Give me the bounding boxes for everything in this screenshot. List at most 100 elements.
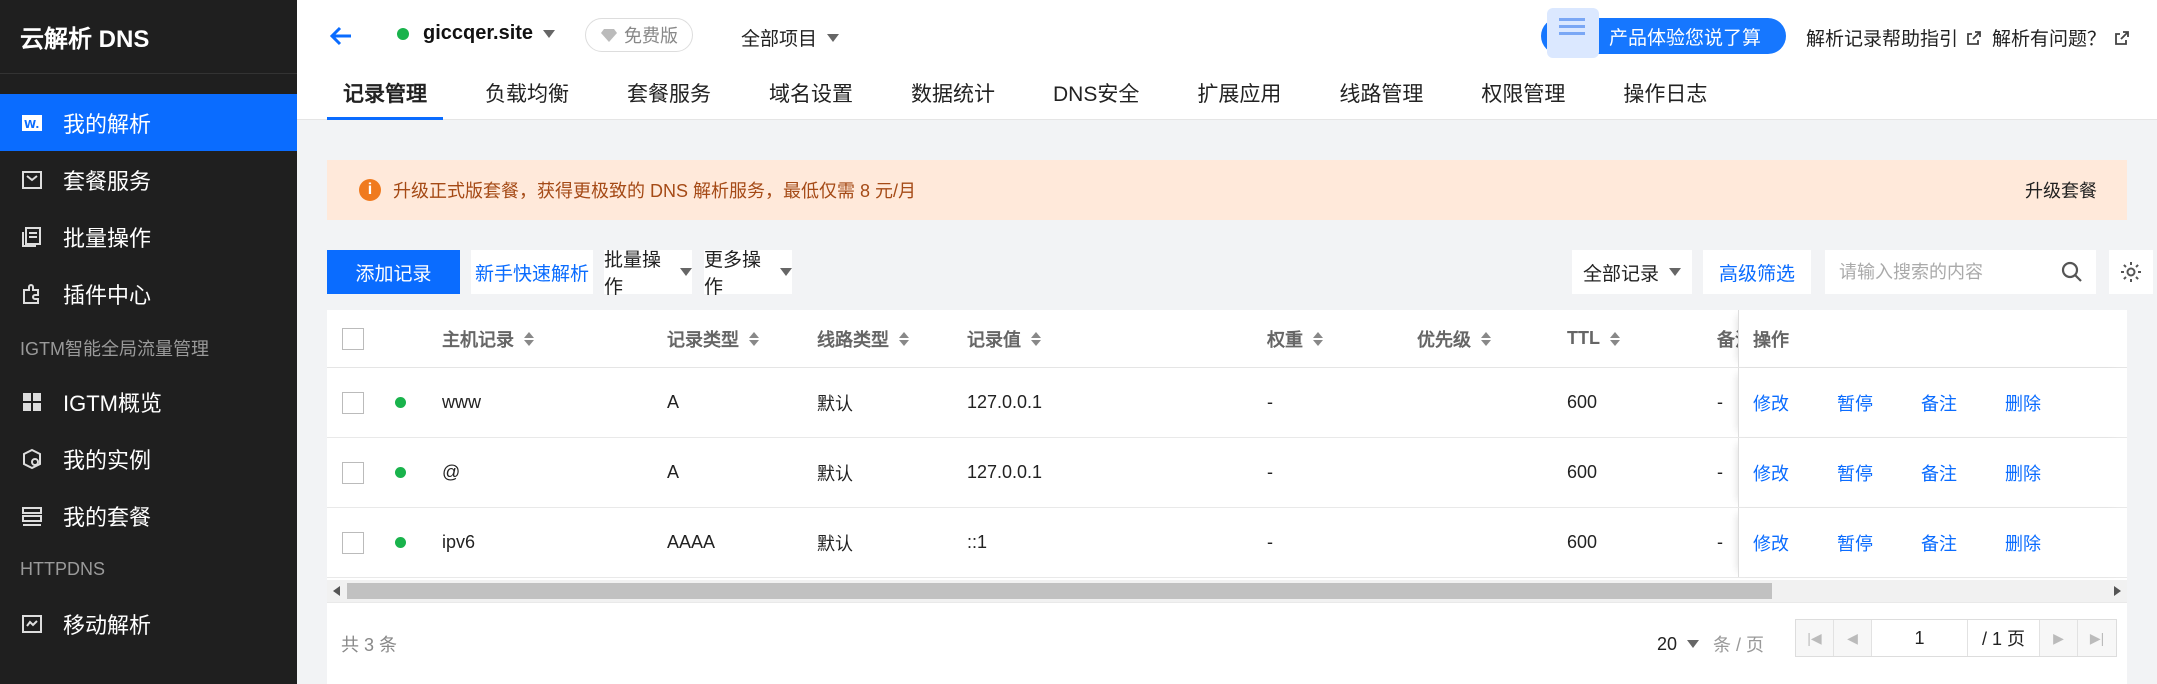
scroll-left-icon[interactable] — [333, 586, 340, 596]
sidebar-group-httpdns: HTTPDNS — [20, 559, 105, 579]
first-page-icon[interactable]: |◀ — [1796, 620, 1834, 656]
sidebar-item-batch[interactable]: 批量操作 — [0, 208, 297, 265]
chevron-down-icon — [780, 268, 792, 276]
table-row: www A 默认 127.0.0.1 - 600 - 修改 暂停 备注 删除 — [327, 368, 2127, 438]
sort-icon — [749, 331, 759, 346]
cell-type: A — [667, 462, 680, 482]
batch-ops-dropdown[interactable]: 批量操作 — [604, 250, 692, 298]
scroll-right-icon[interactable] — [2114, 586, 2121, 596]
cell-weight: - — [1267, 462, 1273, 482]
sidebar-item-igtm-overview[interactable]: IGTM概览 — [0, 373, 297, 430]
main-content: giccqer.site 免费版 全部项目 产品体验您说了算 解析记录帮助指引 … — [297, 0, 2157, 684]
sidebar-item-instances[interactable]: 我的实例 — [0, 430, 297, 487]
batch-ops-label: 批量操作 — [604, 250, 662, 298]
pause-link[interactable]: 暂停 — [1837, 368, 1873, 437]
edit-link[interactable]: 修改 — [1753, 508, 1789, 577]
cell-ttl: 600 — [1567, 462, 1598, 482]
grid-icon — [20, 390, 44, 414]
sidebar-item-plugin[interactable]: 插件中心 — [0, 265, 297, 322]
sidebar-item-my-plans[interactable]: 我的套餐 — [0, 487, 297, 544]
plan-badge: 免费版 — [585, 18, 693, 52]
horizontal-scrollbar[interactable] — [327, 580, 2127, 602]
tab-dns-security[interactable]: DNS安全 — [1037, 78, 1155, 120]
search-icon[interactable] — [2060, 260, 2084, 284]
cell-weight: - — [1267, 392, 1273, 412]
col-type[interactable]: 记录类型 — [667, 310, 759, 367]
tab-line-management[interactable]: 线路管理 — [1323, 78, 1439, 120]
advanced-filter-button[interactable]: 高级筛选 — [1703, 250, 1811, 294]
tab-statistics[interactable]: 数据统计 — [895, 78, 1011, 120]
help-guide-link[interactable]: 解析记录帮助指引 — [1806, 24, 1982, 51]
cell-type: AAAA — [667, 532, 716, 552]
col-weight[interactable]: 权重 — [1267, 310, 1323, 367]
feedback-button[interactable]: 产品体验您说了算 — [1541, 8, 1786, 58]
row-checkbox[interactable] — [342, 391, 364, 414]
tab-record-management[interactable]: 记录管理 — [327, 78, 443, 120]
sidebar-item-mobile-dns[interactable]: 移动解析 — [0, 595, 297, 652]
search-input[interactable] — [1825, 261, 2045, 283]
edit-link[interactable]: 修改 — [1753, 368, 1789, 437]
col-line[interactable]: 线路类型 — [817, 310, 909, 367]
chevron-down-icon — [827, 33, 840, 42]
page-size-selector[interactable]: 20 条 / 页 — [1657, 631, 1764, 657]
records-table: 主机记录 记录类型 线路类型 记录值 权重 优先级 TTL 备注 操作 www … — [327, 310, 2127, 684]
feedback-label: 产品体验您说了算 — [1608, 27, 1761, 49]
help-problem-link[interactable]: 解析有问题？ — [1992, 24, 2130, 51]
select-all-checkbox[interactable] — [342, 327, 364, 350]
col-host[interactable]: 主机记录 — [442, 310, 534, 367]
domain-selector[interactable]: giccqer.site — [397, 22, 556, 45]
prev-page-icon[interactable]: ◀ — [1834, 620, 1872, 656]
pause-link[interactable]: 暂停 — [1837, 438, 1873, 507]
col-value[interactable]: 记录值 — [967, 310, 1041, 367]
select-all-cell — [342, 310, 364, 367]
tab-load-balancing[interactable]: 负载均衡 — [469, 78, 585, 120]
tab-package-service[interactable]: 套餐服务 — [611, 78, 727, 120]
record-filter-dropdown[interactable]: 全部记录 — [1572, 250, 1692, 294]
total-count: 共 3 条 — [341, 635, 398, 655]
record-toolbar: 添加记录 新手快速解析 批量操作 更多操作 全部记录 高级筛选 — [327, 250, 2153, 298]
project-selector[interactable]: 全部项目 — [741, 24, 840, 51]
tab-operation-log[interactable]: 操作日志 — [1607, 78, 1723, 120]
sidebar-item-label: 我的实例 — [63, 447, 152, 473]
cell-ttl: 600 — [1567, 392, 1598, 412]
project-label: 全部项目 — [741, 29, 818, 50]
page-size-unit: 条 / 页 — [1713, 635, 1765, 655]
cell-value: 127.0.0.1 — [967, 392, 1043, 412]
cell-value: 127.0.0.1 — [967, 462, 1043, 482]
pause-link[interactable]: 暂停 — [1837, 508, 1873, 577]
note-link[interactable]: 备注 — [1921, 438, 1957, 507]
cell-value: ::1 — [967, 532, 988, 552]
cell-line: 默认 — [817, 463, 853, 484]
delete-link[interactable]: 删除 — [2005, 508, 2041, 577]
last-page-icon[interactable]: ▶| — [2078, 620, 2116, 656]
back-arrow-icon[interactable] — [325, 20, 357, 52]
tab-domain-settings[interactable]: 域名设置 — [753, 78, 869, 120]
more-ops-dropdown[interactable]: 更多操作 — [704, 250, 792, 298]
add-record-button[interactable]: 添加记录 — [327, 250, 460, 294]
sidebar-item-my-dns[interactable]: W. 我的解析 — [0, 94, 297, 151]
sort-icon — [1031, 331, 1041, 346]
delete-link[interactable]: 删除 — [2005, 438, 2041, 507]
sidebar-item-package[interactable]: 套餐服务 — [0, 151, 297, 208]
delete-link[interactable]: 删除 — [2005, 368, 2041, 437]
sort-icon — [899, 331, 909, 346]
edit-link[interactable]: 修改 — [1753, 438, 1789, 507]
cell-line: 默认 — [817, 393, 853, 414]
row-checkbox[interactable] — [342, 531, 364, 554]
next-page-icon[interactable]: ▶ — [2040, 620, 2079, 656]
chevron-down-icon — [1687, 640, 1700, 648]
quick-setup-button[interactable]: 新手快速解析 — [471, 250, 593, 294]
settings-button[interactable] — [2109, 250, 2153, 294]
col-ttl[interactable]: TTL — [1567, 310, 1620, 367]
external-link-icon — [2115, 30, 2129, 45]
note-link[interactable]: 备注 — [1921, 508, 1957, 577]
row-checkbox[interactable] — [342, 461, 364, 484]
note-link[interactable]: 备注 — [1921, 368, 1957, 437]
page-number-input[interactable] — [1872, 620, 1967, 656]
tab-permissions[interactable]: 权限管理 — [1465, 78, 1581, 120]
upgrade-plan-link[interactable]: 升级套餐 — [2025, 177, 2097, 203]
tab-extensions[interactable]: 扩展应用 — [1181, 78, 1297, 120]
scrollbar-thumb[interactable] — [347, 583, 1772, 599]
col-priority[interactable]: 优先级 — [1417, 310, 1491, 367]
cell-host: www — [442, 392, 481, 412]
